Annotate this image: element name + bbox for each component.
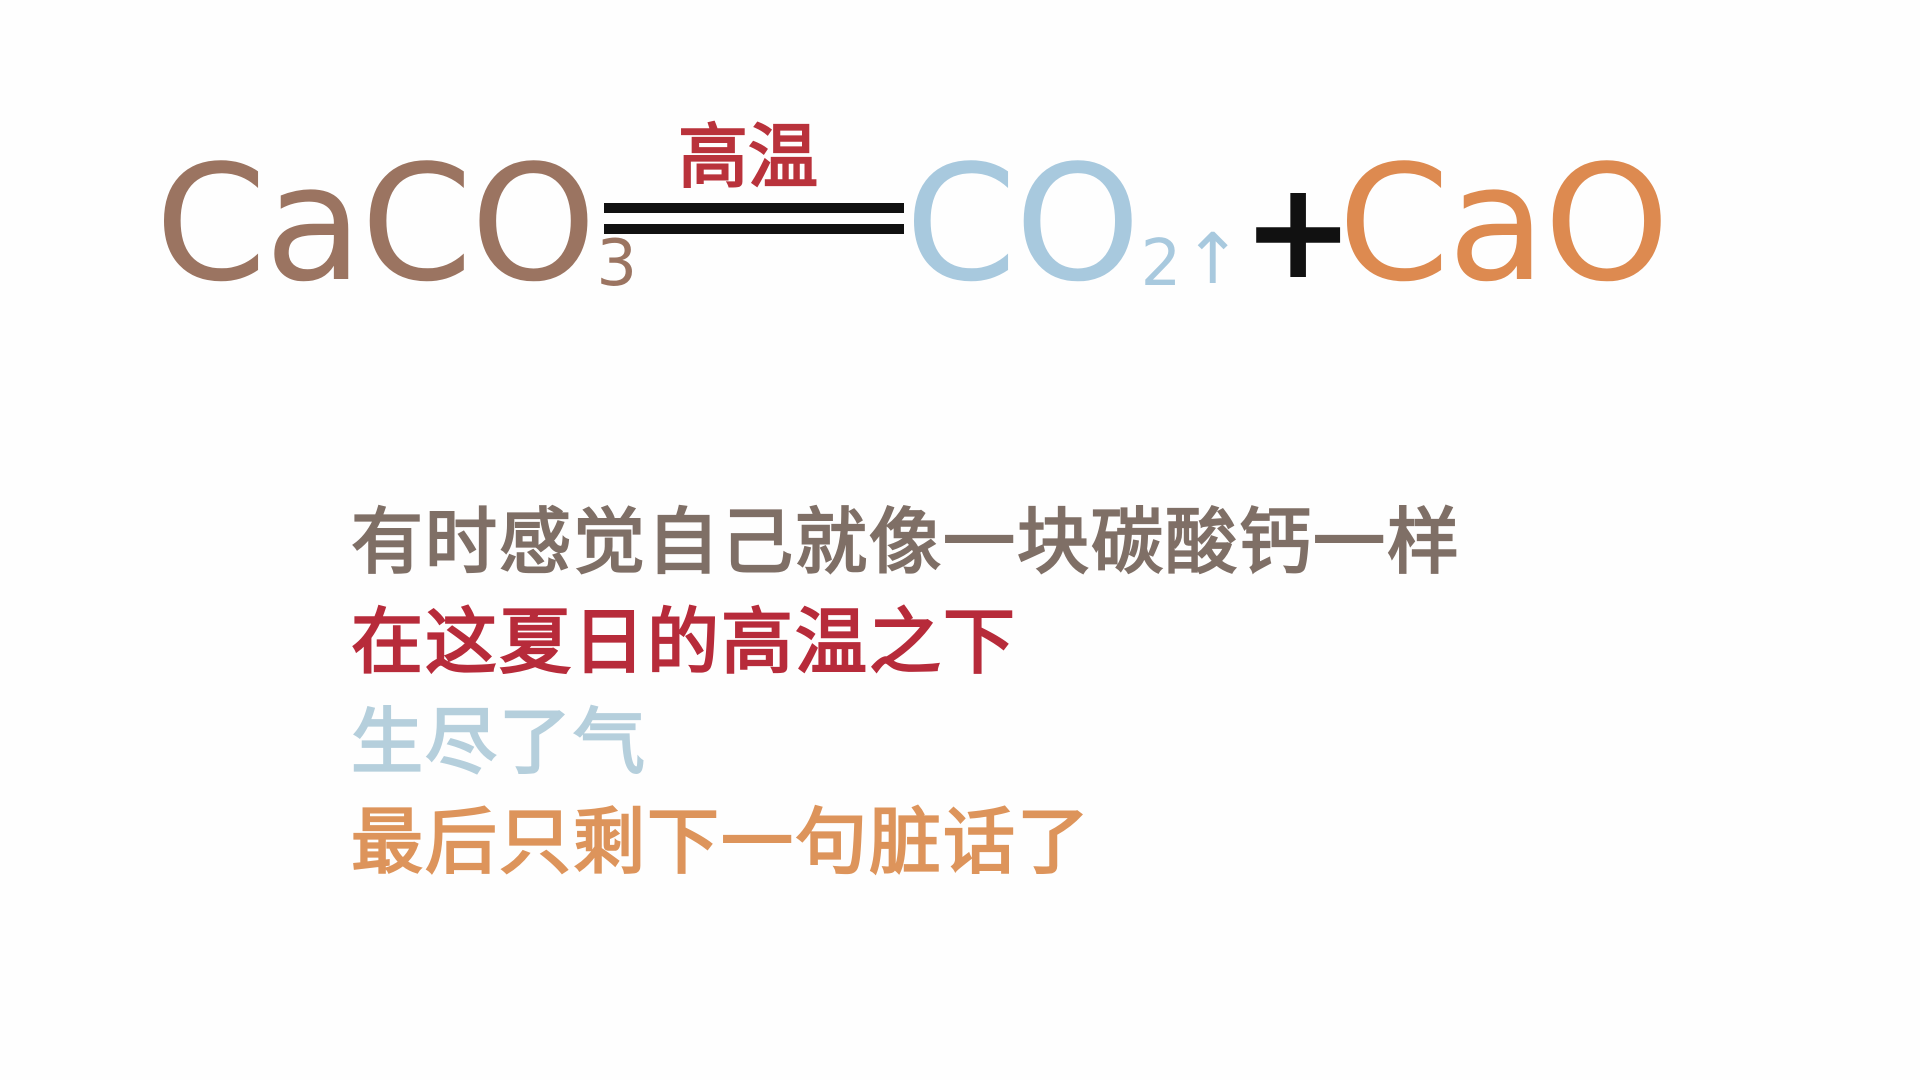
caption-line-3: 生尽了气 (351, 700, 648, 784)
reactant-subscript: 3 (596, 227, 638, 301)
gas-product-symbol: CO (905, 130, 1141, 317)
chemical-equation: CaCO3 高温 CO2↑ + CaO (0, 0, 1920, 360)
solid-product-symbol: CaO (1338, 130, 1670, 317)
gas-product-subscript: 2 (1140, 227, 1182, 301)
reactant-formula: CaCO3 (155, 144, 637, 304)
equals-line-top (604, 203, 904, 213)
caption-line-1: 有时感觉自己就像一块碳酸钙一样 (351, 500, 1462, 584)
equals-line-bottom (604, 224, 904, 234)
caption-text: 有时感觉自己就像一块碳酸钙一样 在这夏日的高温之下 生尽了气 最后只剩下一句脏话… (351, 492, 1651, 892)
reactant-symbol: CaCO (155, 130, 596, 317)
reaction-condition: 高温 (678, 116, 818, 198)
gas-product-formula: CO2↑ (905, 144, 1242, 304)
solid-product-formula: CaO (1338, 144, 1670, 304)
caption-line-4: 最后只剩下一句脏话了 (351, 800, 1092, 884)
caption-line-2: 在这夏日的高温之下 (351, 600, 1018, 684)
gas-evolution-arrow-icon: ↑ (1183, 218, 1243, 300)
